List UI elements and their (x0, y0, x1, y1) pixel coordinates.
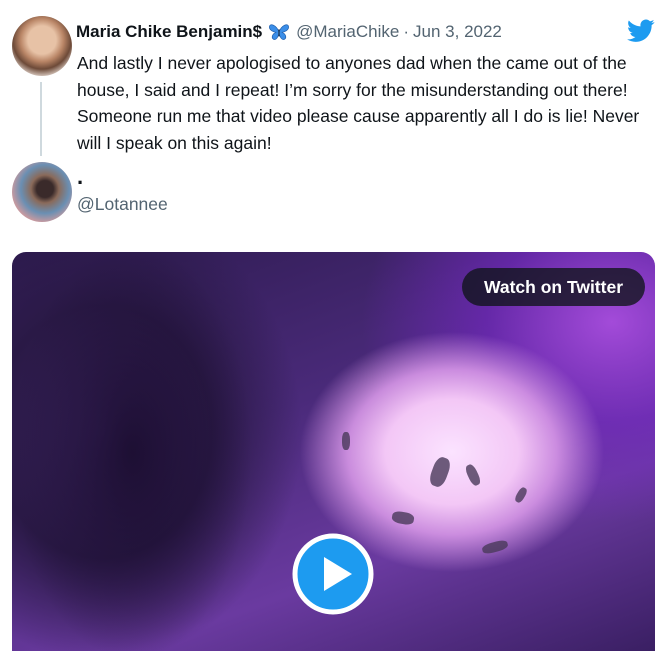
reply-display-name[interactable]: . (77, 166, 83, 188)
tweet-text: And lastly I never apologised to anyones… (77, 53, 640, 153)
video-thumbnail-detail (342, 432, 350, 450)
play-icon[interactable] (292, 533, 374, 615)
tweet-header: Maria Chike Benjamin$ @MariaChike · Jun … (76, 20, 502, 44)
twitter-bird-icon[interactable] (627, 19, 655, 43)
meta-separator: · (403, 22, 410, 41)
video-thumbnail-detail (481, 538, 509, 556)
author-name[interactable]: Maria Chike Benjamin$ (76, 22, 262, 42)
video-thumbnail-detail (463, 462, 483, 488)
video-thumbnail-shadow (12, 252, 302, 651)
watch-on-twitter-button[interactable]: Watch on Twitter (462, 268, 645, 306)
thread-line (40, 82, 42, 156)
author-avatar[interactable] (12, 16, 72, 76)
author-handle[interactable]: @MariaChike (296, 22, 399, 42)
tweet-date[interactable]: Jun 3, 2022 (413, 22, 502, 42)
video-thumbnail-detail (513, 486, 529, 504)
video-thumbnail-detail (427, 455, 453, 489)
butterfly-icon (269, 24, 290, 40)
reply-avatar[interactable] (12, 162, 72, 222)
reply-handle[interactable]: @Lotannee (77, 194, 168, 215)
video-thumbnail-detail (391, 510, 415, 526)
